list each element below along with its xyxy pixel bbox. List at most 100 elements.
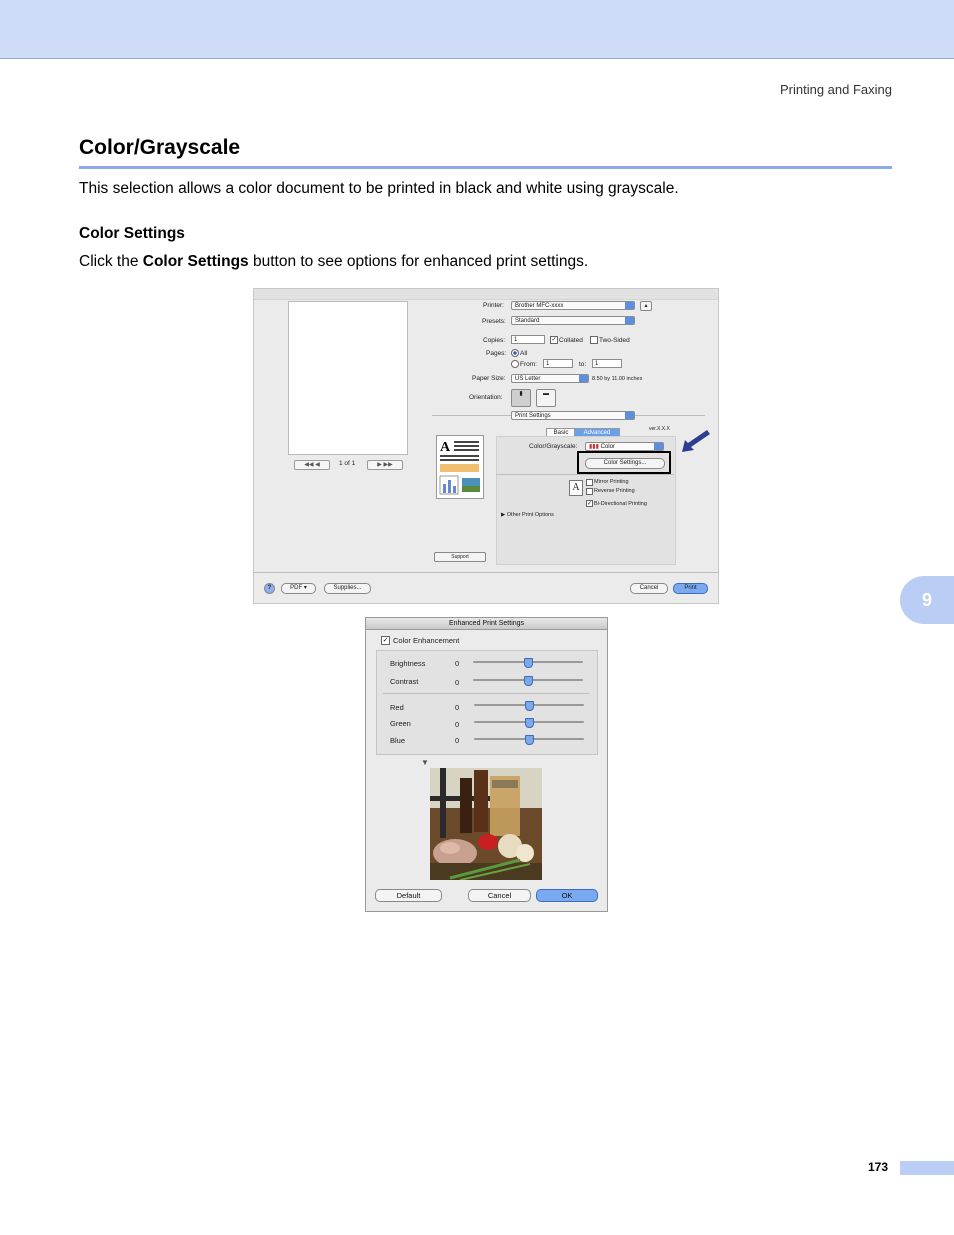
running-header: Printing and Faxing (779, 82, 892, 97)
enhanced-print-settings-screenshot: Enhanced Print Settings ✓ Color Enhancem… (365, 617, 608, 912)
from-field[interactable]: 1 (543, 359, 573, 368)
contrast-slider-knob[interactable] (524, 676, 533, 686)
chapter-tab: 9 (900, 576, 954, 624)
callout-arrow-icon (680, 428, 712, 456)
red-slider-knob[interactable] (525, 701, 534, 711)
other-print-options[interactable]: ▶ Other Print Options (501, 512, 554, 518)
instruction-post: button to see options for enhanced print… (248, 253, 589, 270)
reverse-printing-checkbox[interactable] (586, 488, 593, 495)
collated-label: Collated (559, 337, 583, 344)
cancel-button[interactable]: Cancel (468, 889, 531, 902)
default-button[interactable]: Default (375, 889, 442, 902)
to-label: to: (579, 361, 587, 368)
section-select[interactable]: Print Settings (511, 411, 635, 420)
color-grayscale-value: Color (600, 444, 615, 450)
page-title: Color/Grayscale (79, 136, 241, 159)
popup-arrow-icon (625, 317, 634, 324)
title-rule (79, 166, 892, 169)
pages-all-radio[interactable] (511, 349, 519, 357)
popup-arrow-icon (625, 412, 634, 419)
next-page-button[interactable]: ▶ ▶▶ (367, 460, 403, 470)
blue-value: 0 (455, 736, 460, 745)
paper-size-label: Paper Size: (472, 375, 506, 382)
document-thumbnail-icon: A (436, 435, 484, 499)
portrait-orientation-button[interactable]: ▮ (511, 389, 531, 407)
color-enhancement-checkbox[interactable]: ✓ (381, 636, 390, 645)
color-enhancement-label: Color Enhancement (393, 636, 460, 645)
page-indicator: 1 of 1 (339, 460, 356, 467)
print-dialog-screenshot: ◀◀ ◀ 1 of 1 ▶ ▶▶ Printer: Brother MFC-xx… (253, 288, 719, 604)
popup-arrow-icon (625, 302, 634, 309)
instruction-paragraph: Click the Color Settings button to see o… (79, 253, 588, 271)
printer-value: Brother MFC-xxxx (515, 303, 564, 309)
section-value: Print Settings (515, 413, 551, 419)
collated-checkbox[interactable]: ✓ (550, 336, 558, 344)
supplies-button[interactable]: Supplies... (324, 583, 371, 594)
contrast-label: Contrast (390, 677, 419, 686)
contrast-value: 0 (455, 678, 460, 687)
support-button[interactable]: Support (434, 552, 486, 562)
presets-value: Standard (515, 318, 540, 324)
top-banner (0, 0, 954, 59)
pages-from-radio[interactable] (511, 360, 519, 368)
intro-paragraph: This selection allows a color document t… (79, 180, 679, 197)
two-sided-checkbox[interactable] (590, 336, 598, 344)
brightness-slider-knob[interactable] (524, 658, 533, 668)
dialog-title: Enhanced Print Settings (366, 618, 607, 630)
page-number: 173 (868, 1160, 889, 1174)
color-swatch-icon: ▮▮▮ (589, 444, 599, 450)
copies-label: Copies: (483, 337, 506, 344)
red-value: 0 (455, 703, 460, 712)
mirror-preview-icon: A (569, 480, 583, 496)
green-value: 0 (455, 720, 460, 729)
color-grayscale-select[interactable]: ▮▮▮ Color (585, 442, 664, 451)
print-preview-page (288, 301, 408, 455)
color-settings-button[interactable]: Color Settings... (585, 458, 665, 469)
bidirectional-printing-label: Bi-Directional Printing (594, 501, 647, 507)
popup-arrow-icon (579, 375, 588, 382)
bidirectional-printing-checkbox[interactable]: ✓ (586, 500, 593, 507)
to-field[interactable]: 1 (592, 359, 622, 368)
orientation-label: Orientation: (469, 394, 503, 401)
help-icon[interactable]: ? (264, 583, 275, 594)
reverse-printing-label: Reverse Printing (594, 488, 635, 494)
brightness-label: Brightness (390, 659, 426, 668)
divider (383, 693, 589, 694)
ok-button[interactable]: OK (536, 889, 598, 902)
landscape-orientation-button[interactable]: ▬ (536, 389, 556, 407)
pages-from-label: From: (520, 361, 537, 368)
pages-all-label: All (520, 350, 528, 357)
prev-page-button[interactable]: ◀◀ ◀ (294, 460, 330, 470)
pdf-button[interactable]: PDF ▾ (281, 583, 316, 594)
instruction-pre: Click the (79, 253, 143, 270)
brightness-value: 0 (455, 659, 460, 668)
svg-text:A: A (440, 440, 451, 455)
preview-disclosure-icon[interactable]: ▼ (421, 758, 429, 767)
paper-size-value: US Letter (515, 376, 541, 382)
instruction-bold: Color Settings (142, 253, 249, 270)
green-label: Green (390, 719, 411, 728)
divider (496, 474, 674, 475)
sample-photo (430, 768, 542, 880)
version-label: ver.X.X.X (649, 426, 670, 432)
printer-select[interactable]: Brother MFC-xxxx (511, 301, 635, 310)
mirror-printing-checkbox[interactable] (586, 479, 593, 486)
other-print-options-label: Other Print Options (506, 512, 554, 518)
mirror-printing-label: Mirror Printing (594, 479, 629, 485)
copies-field[interactable]: 1 (511, 335, 545, 344)
presets-select[interactable]: Standard (511, 316, 635, 325)
disclosure-button[interactable]: ▴ (640, 301, 652, 311)
dialog-top-strip (254, 289, 718, 300)
print-button[interactable]: Print (673, 583, 708, 594)
red-label: Red (390, 703, 404, 712)
paper-size-note: 8.50 by 11.00 inches (592, 376, 643, 382)
paper-size-select[interactable]: US Letter (511, 374, 589, 383)
subheading: Color Settings (79, 225, 185, 242)
two-sided-label: Two-Sided (599, 337, 630, 344)
page-number-bar (900, 1161, 954, 1175)
popup-arrow-icon (654, 443, 663, 450)
blue-slider-knob[interactable] (525, 735, 534, 745)
printer-label: Printer: (483, 302, 504, 309)
green-slider-knob[interactable] (525, 718, 534, 728)
cancel-button[interactable]: Cancel (630, 583, 668, 594)
